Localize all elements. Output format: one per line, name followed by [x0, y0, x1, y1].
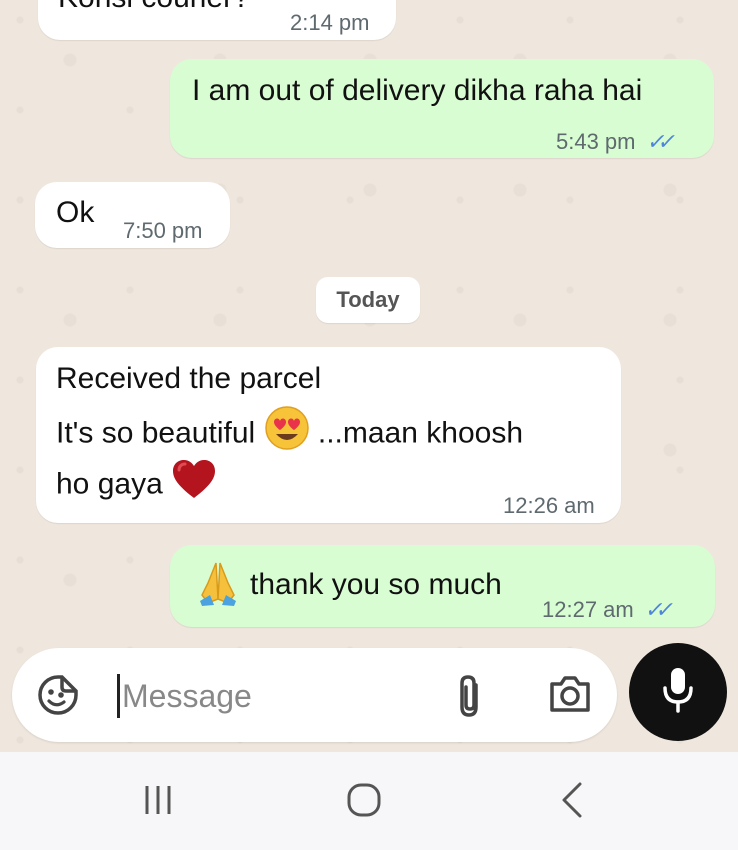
- message-time: 12:27 am ✓✓: [542, 593, 670, 627]
- heart-eyes-emoji: [264, 405, 310, 464]
- message-bubble-outgoing[interactable]: thank you so much 12:27 am ✓✓: [170, 545, 715, 627]
- message-bubble-incoming[interactable]: Konsi courier? 2:14 pm: [38, 0, 396, 40]
- text-caret: [117, 674, 120, 718]
- recent-apps-button[interactable]: [141, 780, 177, 825]
- message-text: thank you so much: [250, 568, 502, 601]
- chat-area[interactable]: Konsi courier? 2:14 pm I am out of deliv…: [0, 0, 738, 752]
- message-bubble-incoming[interactable]: Received the parcel It's so beautiful ..…: [36, 347, 621, 523]
- microphone-icon: [661, 666, 695, 719]
- message-text: I am out of delivery dikha raha hai: [192, 74, 643, 107]
- home-button[interactable]: [344, 780, 384, 825]
- time-label: 5:43 pm: [556, 129, 636, 154]
- mic-button[interactable]: [629, 643, 727, 741]
- message-composer[interactable]: Message: [12, 648, 617, 742]
- double-check-icon: ✓✓: [645, 129, 672, 154]
- message-time: 12:26 am: [503, 493, 595, 518]
- message-text: It's so beautiful: [56, 416, 256, 450]
- message-time: 7:50 pm: [123, 218, 203, 243]
- folded-hands-emoji: [198, 559, 238, 622]
- message-text: Konsi courier?: [58, 0, 250, 15]
- message-input[interactable]: Message: [122, 674, 252, 718]
- camera-icon[interactable]: [548, 674, 592, 719]
- message-bubble-outgoing[interactable]: I am out of delivery dikha raha hai 5:43…: [170, 59, 714, 158]
- message-time: 5:43 pm ✓✓: [556, 125, 672, 159]
- message-text: Ok: [56, 196, 95, 229]
- sticker-icon[interactable]: [36, 673, 80, 722]
- message-line-1: Received the parcel: [56, 362, 322, 395]
- paperclip-icon[interactable]: [454, 673, 486, 724]
- system-navigation-bar: [0, 752, 738, 850]
- message-text: ...maan khoosh: [317, 416, 523, 450]
- double-check-icon: ✓✓: [643, 597, 670, 622]
- message-text: ho gaya: [56, 467, 163, 501]
- message-bubble-incoming[interactable]: Ok 7:50 pm: [35, 182, 230, 248]
- date-separator: Today: [316, 277, 420, 323]
- red-heart-emoji: [171, 458, 217, 513]
- message-line-3: ho gaya: [56, 458, 217, 513]
- message-line-2: It's so beautiful ...maan khoosh: [56, 405, 523, 464]
- message-time: 2:14 pm: [290, 10, 370, 35]
- time-label: 12:27 am: [542, 597, 634, 622]
- back-button[interactable]: [554, 780, 590, 825]
